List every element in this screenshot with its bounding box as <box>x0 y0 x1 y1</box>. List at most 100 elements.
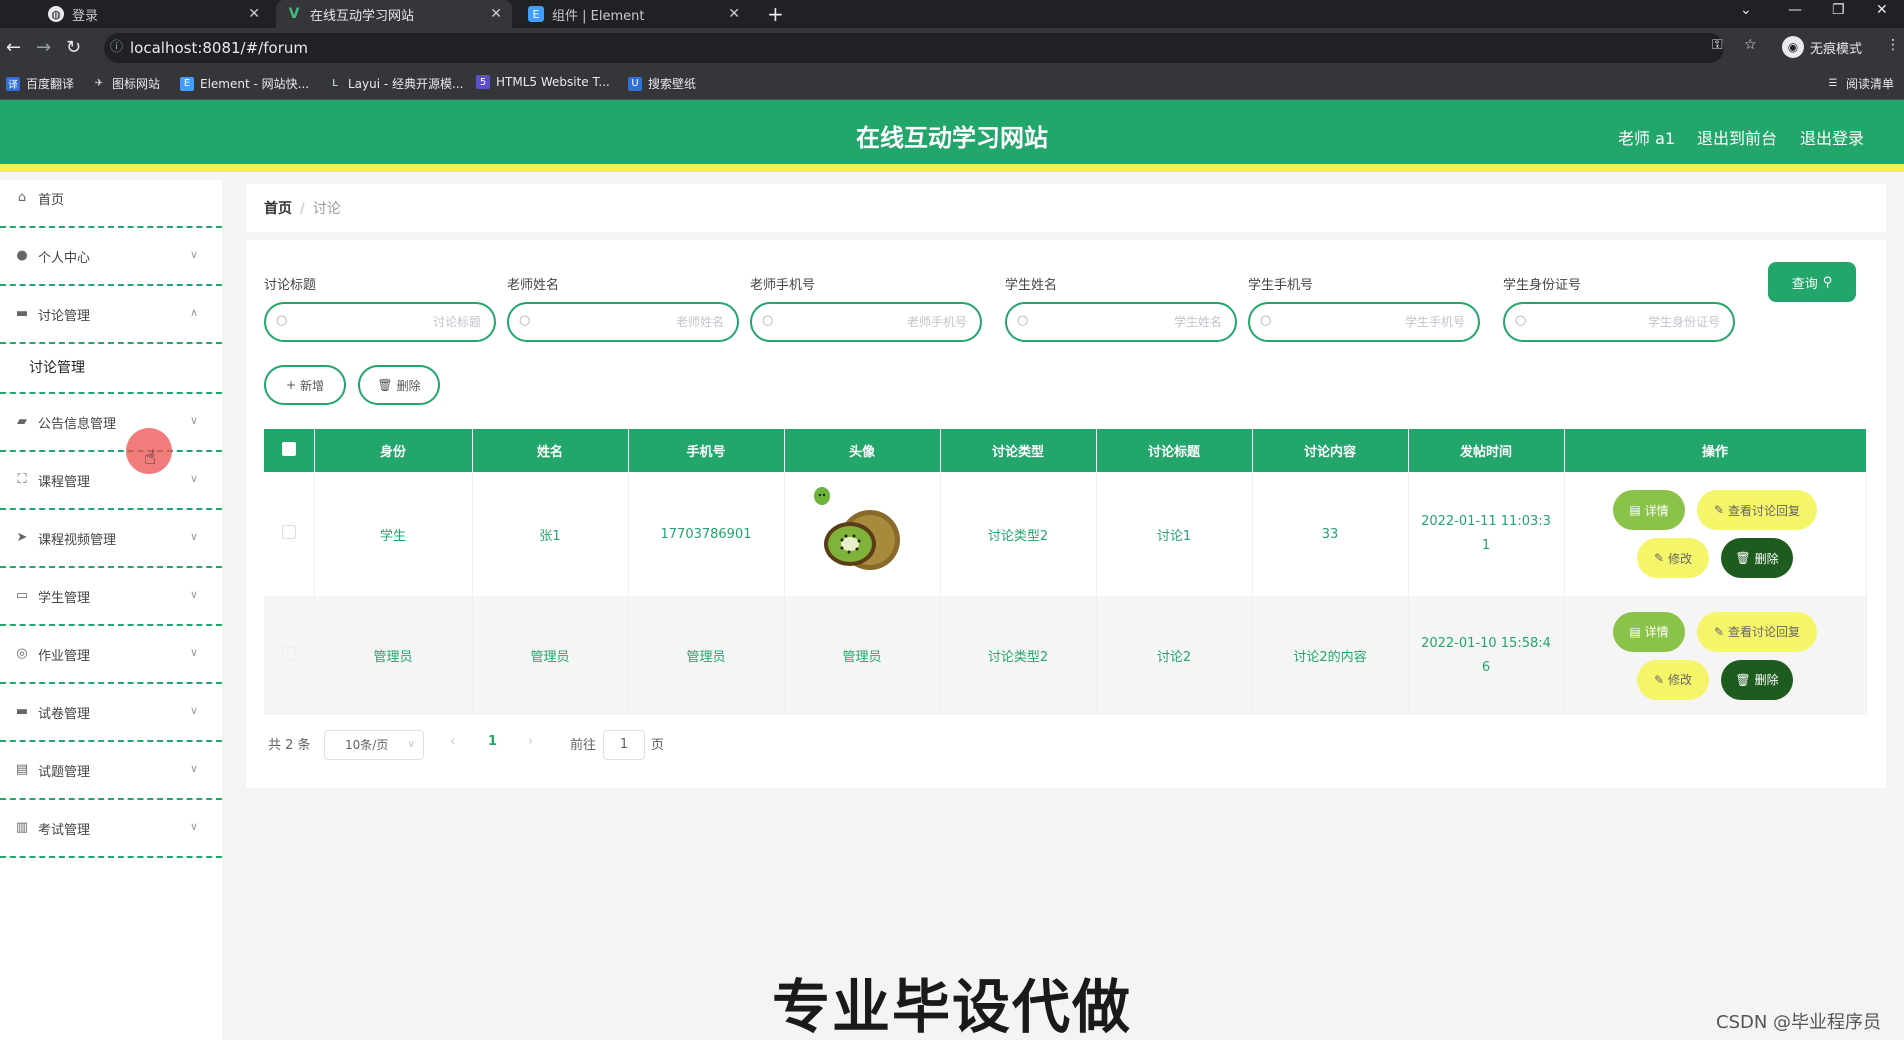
filter-teacher-name[interactable]: ○ <box>507 302 739 342</box>
sidebar-item-label: 个人中心 <box>38 250 91 266</box>
sidebar-item-homework[interactable]: ◎ 作业管理 ∨ <box>0 626 222 684</box>
edit-button[interactable]: ✎ 修改 <box>1637 659 1709 700</box>
filter-student-name[interactable]: ○ <box>1005 302 1237 342</box>
browser-tab-login[interactable]: ◍ 登录 ✕ <box>38 0 270 28</box>
goto-page-input[interactable]: 1 <box>603 730 645 760</box>
chat-icon: ▬ <box>15 306 29 321</box>
sidebar-item-students[interactable]: ▭ 学生管理 ∨ <box>0 568 222 626</box>
row-select-cell[interactable] <box>264 596 315 715</box>
filter-teacher-name-input[interactable] <box>539 304 724 340</box>
sidebar-item-course-videos[interactable]: ➤ 课程视频管理 ∨ <box>0 510 222 568</box>
sidebar-item-papers[interactable]: ▬ 试卷管理 ∨ <box>0 684 222 742</box>
bookmark-item[interactable]: L Layui - 经典开源模... <box>328 75 463 92</box>
search-icon: ○ <box>276 313 288 328</box>
filter-student-phone-input[interactable] <box>1280 304 1465 340</box>
url-field[interactable]: ⓘ localhost:8081/#/forum <box>104 33 1724 63</box>
close-icon[interactable]: ✕ <box>248 6 260 22</box>
current-user: 老师 a1 <box>1618 129 1676 148</box>
breadcrumb-home[interactable]: 首页 <box>264 201 292 217</box>
bookmark-label: Element - 网站快... <box>200 77 310 91</box>
minimize-icon[interactable]: — <box>1788 2 1802 18</box>
sidebar-item-label: 学生管理 <box>38 590 91 606</box>
info-icon[interactable]: ⓘ <box>110 33 123 63</box>
window-close-icon[interactable]: ✕ <box>1876 2 1888 18</box>
chevron-down-icon: ∨ <box>189 588 198 601</box>
column-header: 姓名 <box>472 429 629 472</box>
filter-student-id-input[interactable] <box>1535 304 1720 340</box>
table-row: 管理员 管理员 管理员 管理员 讨论类型2 讨论2 讨论2的内容 2022-01… <box>264 596 1867 715</box>
filter-student-phone[interactable]: ○ <box>1248 302 1480 342</box>
row-checkbox[interactable] <box>281 646 296 661</box>
row-delete-button[interactable]: 🗑 删除 <box>1721 538 1793 578</box>
new-tab-button[interactable]: + <box>767 2 784 26</box>
doc-icon: ▤ <box>1629 503 1641 517</box>
bookmark-item[interactable]: 译百度翻译 <box>6 75 74 92</box>
restore-icon[interactable]: ❐ <box>1832 2 1845 18</box>
key-icon[interactable]: ⚿ <box>1712 37 1723 53</box>
close-icon[interactable]: ✕ <box>490 6 502 22</box>
add-button[interactable]: + 新增 <box>264 365 346 405</box>
star-icon[interactable]: ☆ <box>1744 37 1757 53</box>
row-checkbox[interactable] <box>281 525 296 539</box>
detail-button[interactable]: ▤ 详情 <box>1613 611 1685 652</box>
filter-student-name-input[interactable] <box>1037 304 1222 340</box>
filter-label-student-id: 学生身份证号 <box>1503 278 1582 293</box>
browser-tab-element[interactable]: E 组件 | Element ✕ <box>518 0 750 28</box>
view-replies-button[interactable]: ✎ 查看讨论回复 <box>1697 490 1817 530</box>
detail-button[interactable]: ▤ 详情 <box>1613 490 1685 530</box>
edit-button[interactable]: ✎ 修改 <box>1637 538 1709 578</box>
bookmark-item[interactable]: 5 HTML5 Website T... <box>476 75 610 89</box>
tab-search-icon[interactable]: ⌄ <box>1740 2 1752 18</box>
forward-icon[interactable]: → <box>36 37 51 58</box>
edit-label: 修改 <box>1668 551 1693 566</box>
sidebar-item-profile[interactable]: ● 个人中心 ∨ <box>0 228 222 286</box>
filter-teacher-phone[interactable]: ○ <box>750 302 982 342</box>
bookmark-item[interactable]: E Element - 网站快... <box>180 75 309 92</box>
exit-to-front-link[interactable]: 退出到前台 <box>1697 125 1777 149</box>
bookmark-label: 图标网站 <box>112 77 161 91</box>
filter-title-input[interactable] <box>296 304 481 340</box>
page-size-select[interactable]: 10条/页 ∨ <box>324 730 424 760</box>
menu-dots-icon[interactable]: ⋮ <box>1886 37 1900 53</box>
row-delete-button[interactable]: 🗑 删除 <box>1721 659 1793 700</box>
table-header-row: 身份 姓名 手机号 头像 讨论类型 讨论标题 讨论内容 发帖时间 操作 <box>264 429 1867 472</box>
sidebar-item-courses[interactable]: ⛶ 课程管理 ∨ <box>0 452 222 510</box>
sidebar-item-exams[interactable]: ▥ 考试管理 ∨ <box>0 800 222 858</box>
cell-avatar: 管理员 <box>784 596 941 715</box>
prev-page-icon[interactable]: ‹ <box>450 734 455 749</box>
next-page-icon[interactable]: › <box>528 734 533 749</box>
credit-watermark: CSDN @毕业程序员 <box>1716 1012 1882 1033</box>
close-icon[interactable]: ✕ <box>728 6 740 22</box>
html5-icon: 5 <box>476 75 490 89</box>
logout-link[interactable]: 退出登录 <box>1800 125 1864 149</box>
reload-icon[interactable]: ↻ <box>66 37 81 58</box>
view-replies-button[interactable]: ✎ 查看讨论回复 <box>1697 611 1817 652</box>
delete-button[interactable]: 🗑 删除 <box>358 365 440 405</box>
chevron-up-icon: ∧ <box>189 306 198 319</box>
sidebar-item-questions[interactable]: ▤ 试题管理 ∨ <box>0 742 222 800</box>
sidebar-item-label: 课程视频管理 <box>38 532 117 548</box>
bird-icon: ✈ <box>94 78 104 89</box>
sidebar-subitem-discussion[interactable]: 讨论管理 <box>0 342 222 394</box>
select-all-checkbox[interactable] <box>281 441 296 456</box>
sidebar-item-discussion[interactable]: ▬ 讨论管理 ∧ <box>0 286 222 344</box>
bookmark-item[interactable]: ✈ 图标网站 <box>92 75 160 92</box>
sidebar-item-home[interactable]: ⌂ 首页 <box>0 170 222 228</box>
filter-title[interactable]: ○ <box>264 302 496 342</box>
chart-icon: ▥ <box>15 820 29 835</box>
view-replies-label: 查看讨论回复 <box>1728 625 1801 639</box>
sidebar-item-notices[interactable]: ▰ 公告信息管理 ∨ <box>0 394 222 452</box>
filter-teacher-phone-input[interactable] <box>782 304 967 340</box>
page-number-current[interactable]: 1 <box>488 734 497 749</box>
browser-tab-forum[interactable]: V 在线互动学习网站 ✕ <box>276 0 512 28</box>
query-button[interactable]: 查询 ⚲ <box>1768 262 1856 302</box>
cell-content: 33 <box>1252 472 1409 596</box>
incognito-indicator[interactable]: ◉ 无痕模式 <box>1782 36 1862 58</box>
filter-student-id[interactable]: ○ <box>1503 302 1735 342</box>
select-all-cell[interactable] <box>264 429 315 472</box>
address-bar-row: ← → ↻ ⓘ localhost:8081/#/forum ⚿ ☆ ◉ 无痕模… <box>0 28 1904 68</box>
row-select-cell[interactable] <box>264 472 315 596</box>
reading-list[interactable]: ☰ 阅读清单 <box>1826 75 1895 92</box>
bookmark-item[interactable]: U 搜索壁纸 <box>628 75 696 92</box>
back-icon[interactable]: ← <box>6 37 21 58</box>
